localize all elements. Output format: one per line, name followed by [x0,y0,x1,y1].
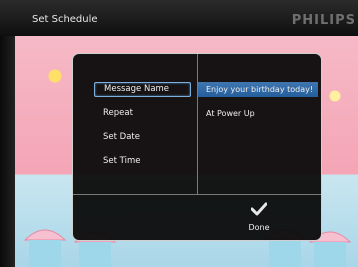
value-item-at-power-up[interactable]: At Power Up [198,106,318,121]
value-item-label: At Power Up [206,109,255,118]
menu-item-set-time[interactable]: Set Time [94,154,191,169]
checkmark-icon [251,202,267,216]
value-item-message[interactable]: Enjoy your birthday today! [198,82,318,97]
schedule-dialog: Message Name Repeat Set Date Set Time En… [72,53,322,241]
menu-item-message-name[interactable]: Message Name [94,82,191,97]
page-title: Set Schedule [32,14,98,25]
menu-item-set-date[interactable]: Set Date [94,130,191,145]
done-button[interactable]: Done [227,202,291,238]
menu-item-repeat[interactable]: Repeat [94,106,191,121]
menu-item-label: Message Name [104,84,170,94]
top-bar: Set Schedule PHILIPS [0,0,358,36]
menu-item-label: Set Date [103,132,140,142]
value-item-label: Enjoy your birthday today! [206,85,314,94]
column-divider [197,54,198,194]
menu-item-label: Set Time [103,156,141,166]
footer-divider [73,194,321,195]
done-label: Done [248,223,270,232]
screen: Set Schedule PHILIPS Message Name Repeat… [0,0,358,267]
menu-item-label: Repeat [103,108,133,118]
left-bezel [0,0,15,267]
brand-logo: PHILIPS [291,13,356,28]
